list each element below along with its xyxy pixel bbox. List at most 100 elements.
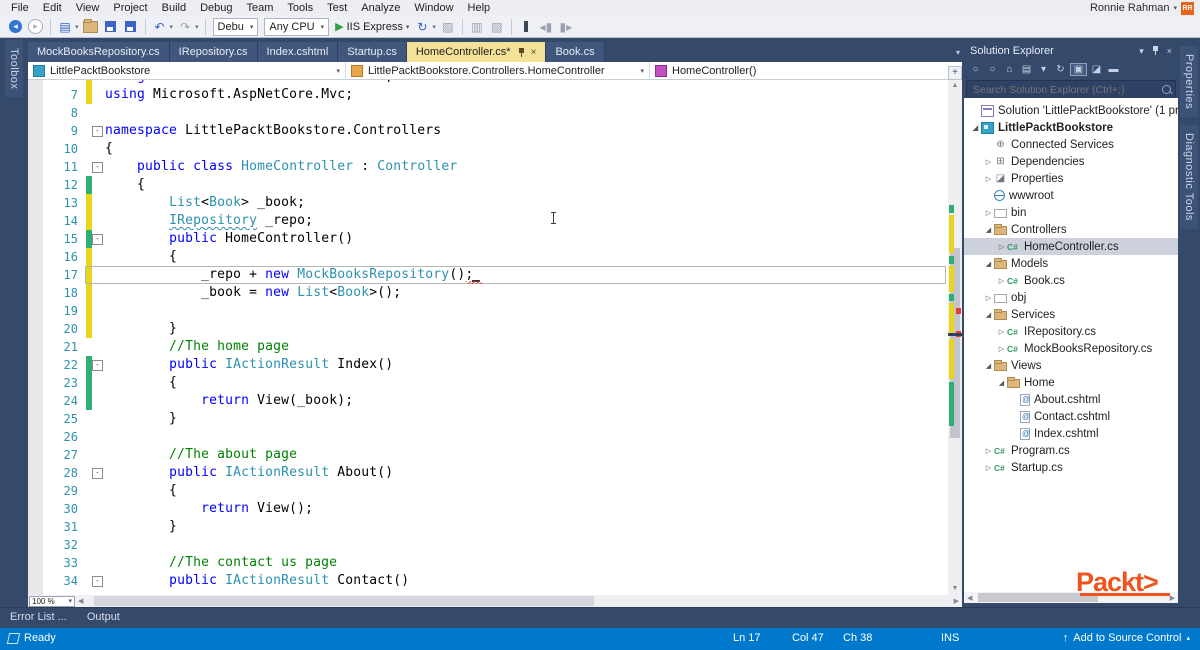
fold-collapse-icon[interactable]: - [92,576,103,587]
breadcrumb-member-dropdown[interactable]: HomeController() ▾ [650,62,962,79]
tab-overflow-icon[interactable]: ▾ [956,48,960,57]
breadcrumb-project-dropdown[interactable]: LittlePacktBookstore ▾ [28,62,346,79]
tab-index-cshtml[interactable]: Index.cshtml [257,42,339,62]
fold-collapse-icon[interactable]: - [92,360,103,371]
navigate-forward-icon[interactable]: ○ [985,64,1000,75]
collapsed-arrow-icon[interactable]: ▷ [983,158,994,166]
collapsed-arrow-icon[interactable]: ▷ [983,209,994,217]
tree-item-solution-littlepacktbookstore-1-pr[interactable]: Solution 'LittlePacktBookstore' (1 pr [964,102,1178,119]
sync-with-active-document-icon[interactable]: ▣ [1070,63,1087,76]
find-in-files-icon[interactable]: ▨ [439,18,457,36]
collapsed-arrow-icon[interactable]: ▷ [996,277,1007,285]
bookmark-next-icon[interactable]: ▮▸ [557,18,575,36]
scroll-up-icon[interactable]: ▲ [948,80,962,92]
expanded-arrow-icon[interactable]: ◢ [996,379,1007,387]
solution-configurations-select[interactable]: Debu ▾ [212,17,259,36]
start-debugging-button[interactable]: ▶ IIS Express ▾ [335,20,409,34]
collapsed-arrow-icon[interactable]: ▷ [996,243,1007,251]
new-project-icon[interactable]: ▤ [56,18,74,36]
collapsed-arrow-icon[interactable]: ▷ [996,345,1007,353]
add-to-source-control-button[interactable]: ↑ Add to Source Control ▴ [1063,632,1190,644]
menu-debug[interactable]: Debug [193,0,239,16]
code-editor[interactable]: using LittlePacktBookstore.Services; 7 usi… [28,80,962,595]
scroll-right-icon[interactable]: ▶ [951,597,962,605]
pin-icon[interactable] [1152,45,1159,55]
tree-item-about-cshtml[interactable]: About.cshtml [964,391,1178,408]
tab-toolbox[interactable]: Toolbox [5,40,23,98]
tree-item-wwwroot[interactable]: wwwroot [964,187,1178,204]
collapsed-arrow-icon[interactable]: ▷ [983,447,994,455]
close-icon[interactable]: × [531,47,537,58]
chevron-down-icon[interactable]: ▾ [170,23,174,31]
menu-edit[interactable]: Edit [36,0,69,16]
tree-item-startup-cs[interactable]: ▷ C# Startup.cs [964,459,1178,476]
undo-icon[interactable]: ↶ [151,18,169,36]
tree-item-models[interactable]: ◢ Models [964,255,1178,272]
tab-irepository-cs[interactable]: IRepository.cs [169,42,258,62]
tree-item-book-cs[interactable]: ▷ C# Book.cs [964,272,1178,289]
scrollbar-thumb[interactable] [94,596,595,606]
menu-tools[interactable]: Tools [280,0,320,16]
step-over-icon[interactable]: ▧ [488,18,506,36]
tab-homecontroller-cs-[interactable]: HomeController.cs* × [406,42,547,62]
chevron-down-icon[interactable]: ▾ [195,23,199,31]
menu-file[interactable]: File [4,0,36,16]
open-file-icon[interactable] [82,18,100,36]
switch-views-icon[interactable]: ▤ [1019,64,1034,75]
tree-item-program-cs[interactable]: ▷ C# Program.cs [964,442,1178,459]
solution-explorer-search[interactable] [966,80,1176,99]
expanded-arrow-icon[interactable]: ◢ [983,311,994,319]
home-icon[interactable]: ⌂ [1002,64,1017,75]
fold-collapse-icon[interactable]: - [92,468,103,479]
expanded-arrow-icon[interactable]: ◢ [983,226,994,234]
redo-icon[interactable]: ↷ [176,18,194,36]
search-input[interactable] [971,82,1162,97]
pin-icon[interactable] [518,47,525,57]
menu-help[interactable]: Help [461,0,498,16]
tab-properties[interactable]: Properties [1180,46,1198,118]
menu-view[interactable]: View [69,0,107,16]
menu-build[interactable]: Build [155,0,193,16]
save-icon[interactable] [102,18,120,36]
navigate-backward-icon[interactable]: ◂ [9,20,22,33]
tree-item-index-cshtml[interactable]: Index.cshtml [964,425,1178,442]
tree-item-homecontroller-cs[interactable]: ▷ C# HomeController.cs [964,238,1178,255]
tab-diagnostic-tools[interactable]: Diagnostic Tools [1180,125,1198,230]
chevron-down-icon[interactable]: ▾ [75,23,79,31]
split-editor-button[interactable]: + [948,66,962,80]
caret[interactable]: ▾ [1036,64,1051,75]
window-position-icon[interactable]: ▾ [1139,46,1144,57]
collapsed-arrow-icon[interactable]: ▷ [983,294,994,302]
collapsed-arrow-icon[interactable]: ▷ [996,328,1007,336]
scroll-down-icon[interactable]: ▼ [948,583,962,595]
solution-explorer-titlebar[interactable]: Solution Explorer ▾ × [964,42,1178,60]
expanded-arrow-icon[interactable]: ◢ [970,124,981,132]
tree-item-littlepacktbookstore[interactable]: ◢ LittlePacktBookstore [964,119,1178,136]
build-icon[interactable]: ▥ [468,18,486,36]
scroll-left-icon[interactable]: ◀ [75,597,86,605]
tree-item-mockbooksrepository-cs[interactable]: ▷ C# MockBooksRepository.cs [964,340,1178,357]
zoom-select[interactable]: 100 % ▾ [29,595,75,607]
save-all-icon[interactable] [122,18,140,36]
tree-item-properties[interactable]: ▷ ◪ Properties [964,170,1178,187]
tree-item-home[interactable]: ◢ Home [964,374,1178,391]
tree-item-controllers[interactable]: ◢ Controllers [964,221,1178,238]
tree-item-irepository-cs[interactable]: ▷ C# IRepository.cs [964,323,1178,340]
tree-item-obj[interactable]: ▷ obj [964,289,1178,306]
tree-item-dependencies[interactable]: ▷ ⊞ Dependencies [964,153,1178,170]
fold-collapse-icon[interactable]: - [92,162,103,173]
collapsed-arrow-icon[interactable]: ▷ [983,175,994,183]
collapsed-arrow-icon[interactable]: ▷ [983,464,994,472]
tab-mockbooksrepository-cs[interactable]: MockBooksRepository.cs [28,42,170,62]
properties-icon[interactable]: ◪ [1089,64,1104,75]
chevron-down-icon[interactable]: ▾ [432,23,436,31]
collapse-all-icon[interactable]: ↻ [1053,64,1068,75]
fold-collapse-icon[interactable]: - [92,234,103,245]
tree-item-views[interactable]: ◢ Views [964,357,1178,374]
close-icon[interactable]: × [1167,46,1172,57]
bookmark-prev-icon[interactable]: ◂▮ [537,18,555,36]
tab-startup-cs[interactable]: Startup.cs [338,42,407,62]
menu-test[interactable]: Test [320,0,354,16]
menu-team[interactable]: Team [240,0,281,16]
bookmark-icon[interactable] [517,18,535,36]
